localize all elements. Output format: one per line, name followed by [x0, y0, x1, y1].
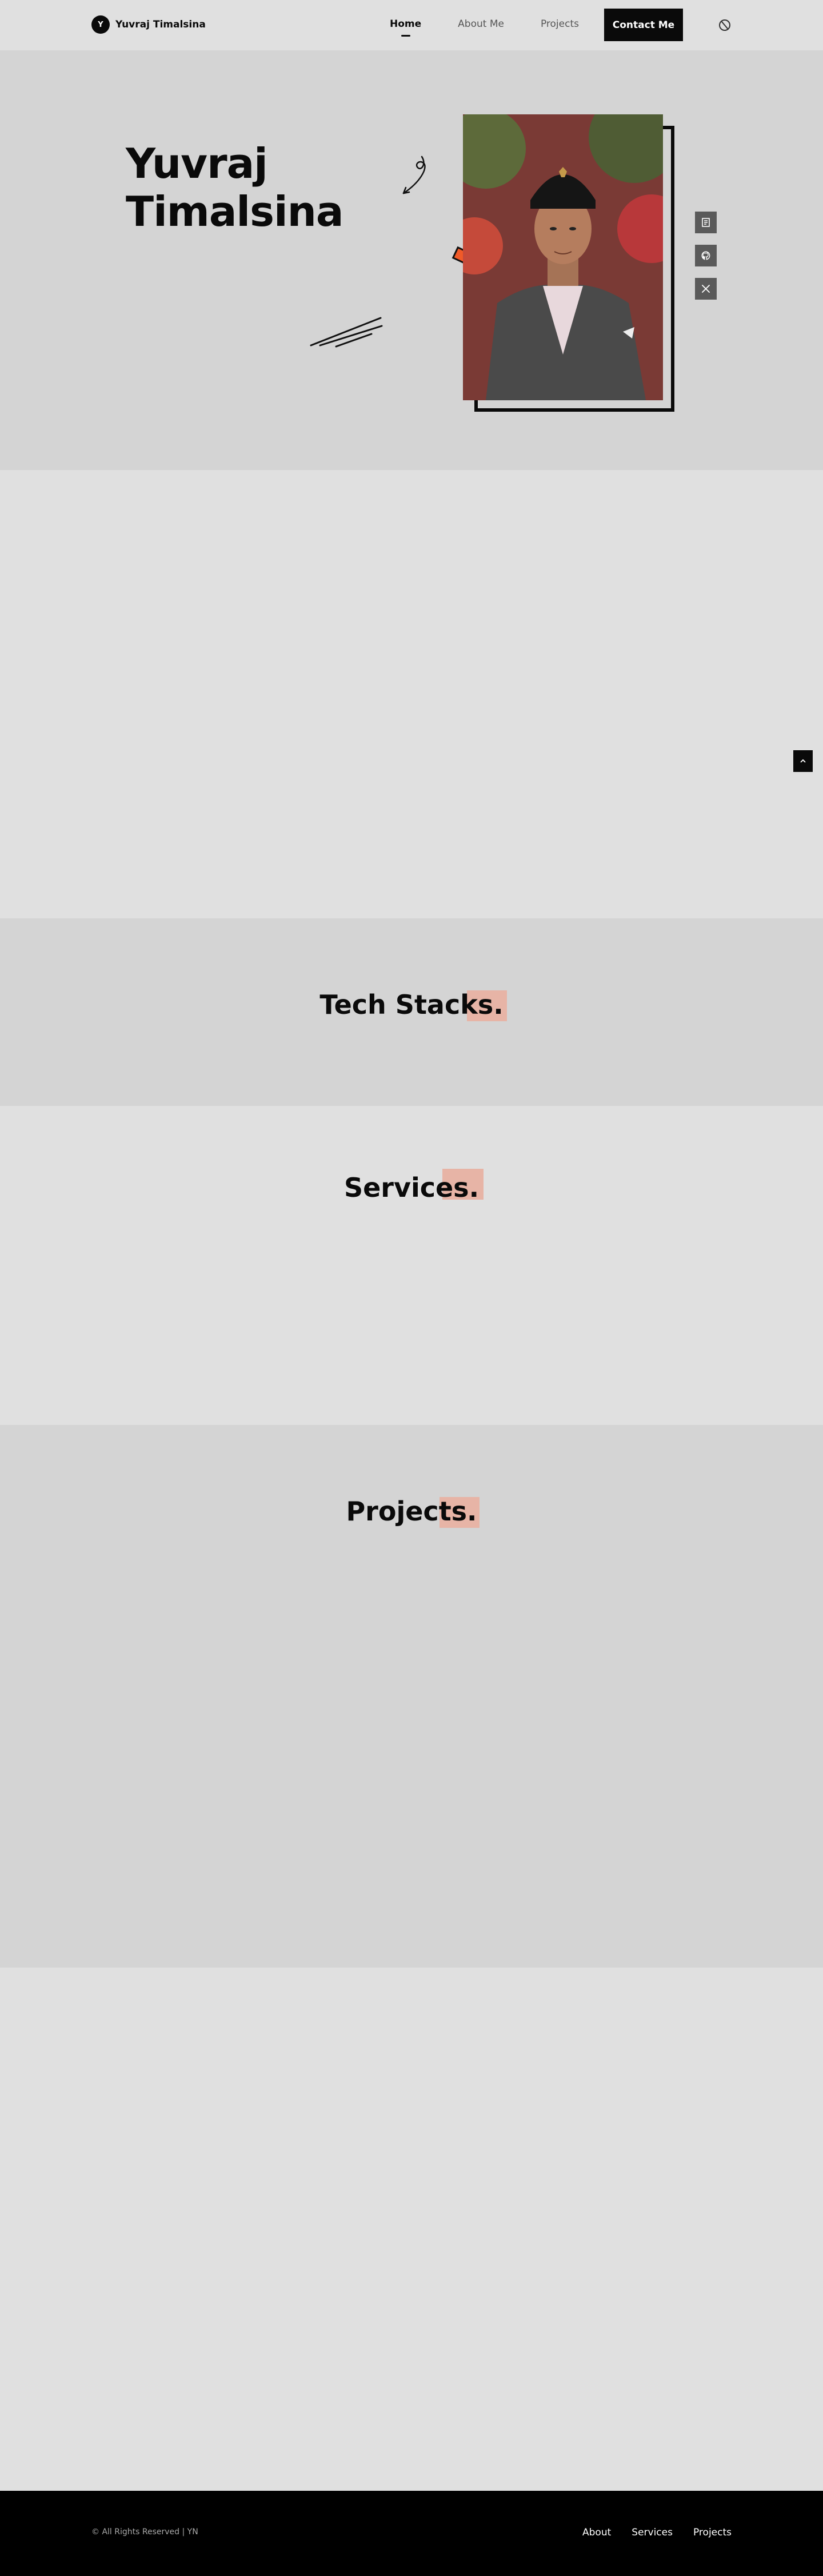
nav-link-projects[interactable]: Projects [541, 18, 579, 30]
hero-name-first: Yuvraj [126, 140, 268, 188]
nav-links: Home About Me Projects [390, 18, 579, 30]
brand-logo: Y [91, 15, 110, 34]
hero-name-last: Timalsina [126, 188, 343, 236]
nav-link-about[interactable]: About Me [458, 18, 504, 30]
footer-copyright: © All Rights Reserved | YN [91, 2527, 198, 2537]
projects-title-text: Projects. [346, 1496, 477, 1527]
speed-lines-doodle [310, 317, 383, 348]
services-title: Services. [0, 1169, 823, 1203]
top-navbar: Y Yuvraj Timalsina Home About Me Project… [0, 0, 823, 50]
services-section: Services. [0, 1106, 823, 1425]
hero-name: Yuvraj Timalsina [126, 140, 343, 236]
curly-arrow-doodle [402, 156, 426, 194]
github-icon[interactable] [695, 245, 717, 266]
projects-section: Projects. [0, 1425, 823, 1968]
profile-photo-wrap [463, 114, 674, 412]
contact-section [0, 1968, 823, 2491]
footer-link-services[interactable]: Services [632, 2527, 673, 2538]
theme-toggle-icon[interactable] [719, 19, 730, 31]
nav-link-home[interactable]: Home [390, 18, 421, 30]
brand[interactable]: Y Yuvraj Timalsina [91, 15, 206, 34]
x-twitter-icon[interactable] [695, 278, 717, 300]
about-section [0, 470, 823, 918]
tech-stacks-section: Tech Stacks. [0, 918, 823, 1106]
chevron-up-icon [800, 759, 806, 763]
scroll-to-top-button[interactable] [793, 750, 813, 772]
resume-icon[interactable] [695, 212, 717, 233]
profile-photo [463, 114, 663, 400]
footer: © All Rights Reserved | YN About Service… [0, 2491, 823, 2576]
services-title-text: Services. [343, 1172, 480, 1203]
tech-stacks-title: Tech Stacks. [0, 989, 823, 1021]
footer-link-about[interactable]: About [582, 2527, 611, 2538]
projects-title: Projects. [0, 1496, 823, 1528]
hero-section: Yuvraj Timalsina [0, 50, 823, 470]
contact-me-button[interactable]: Contact Me [604, 9, 683, 41]
brand-name: Yuvraj Timalsina [115, 19, 206, 30]
footer-link-projects[interactable]: Projects [693, 2527, 732, 2538]
tech-stacks-title-text: Tech Stacks. [319, 989, 504, 1020]
footer-links: About Services Projects [582, 2527, 732, 2538]
